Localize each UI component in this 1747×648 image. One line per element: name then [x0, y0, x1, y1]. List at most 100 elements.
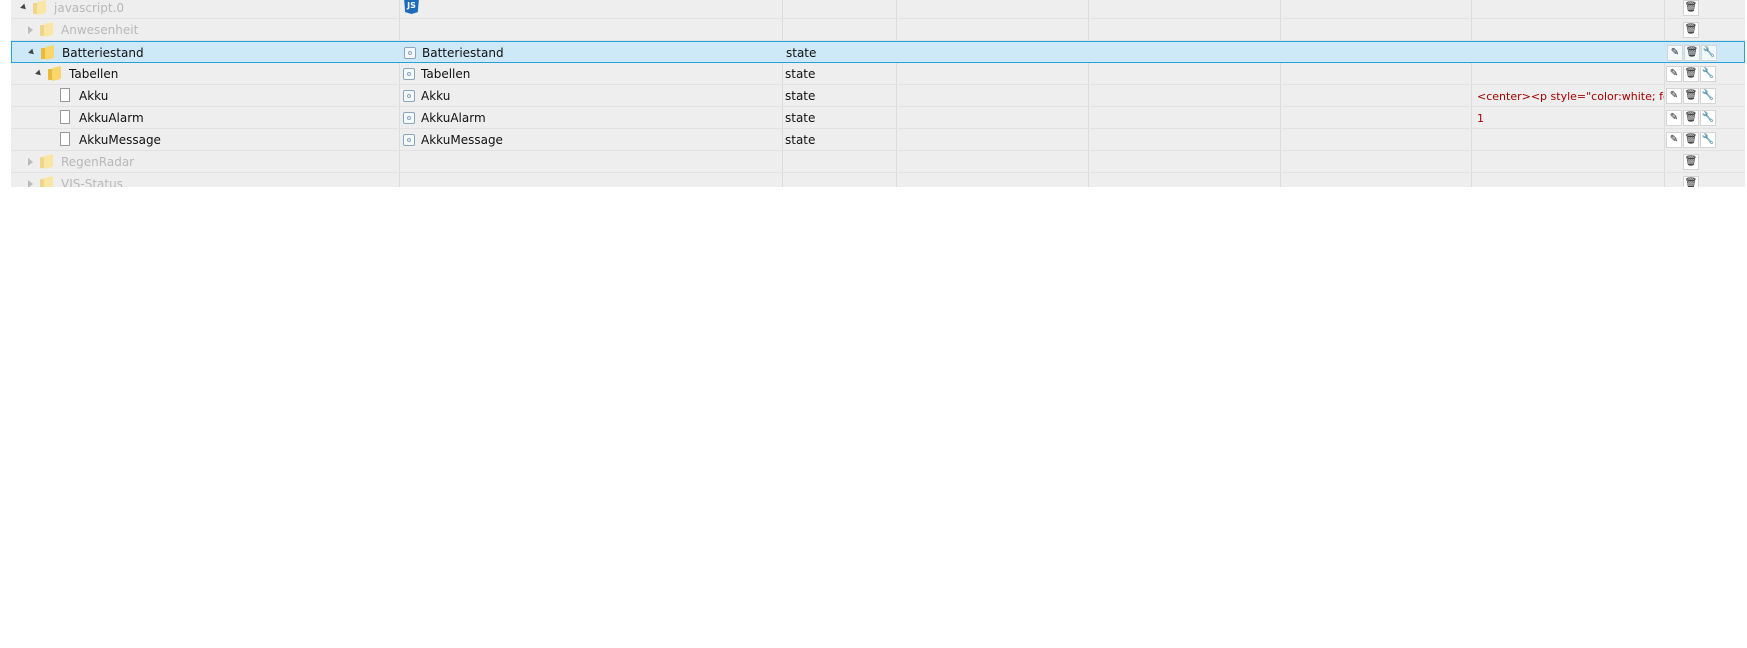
- object-id: VIS-Status: [61, 177, 123, 187]
- edit-button[interactable]: ✎: [1666, 110, 1682, 126]
- tree-row-akkualarm[interactable]: AkkuAlarm AkkuAlarm state 1 ✎ 🗑 🔧: [11, 107, 1745, 129]
- object-value: 1: [1477, 112, 1484, 125]
- delete-button[interactable]: 🗑: [1683, 176, 1699, 187]
- id-cell: javascript.0: [11, 0, 399, 19]
- object-id: Batteriestand: [62, 46, 144, 60]
- name-cell: AkkuAlarm: [399, 107, 782, 129]
- settings-button[interactable]: 🔧: [1700, 110, 1716, 126]
- expand-toggle-icon[interactable]: [28, 158, 33, 166]
- trash-icon: 🗑: [1684, 112, 1698, 123]
- tree-row-akku[interactable]: Akku Akku state <center><p style="color:…: [11, 85, 1745, 107]
- wrench-icon: 🔧: [1701, 134, 1715, 145]
- name-cell: Tabellen: [399, 63, 782, 85]
- name-cell: AkkuMessage: [399, 129, 782, 151]
- expand-toggle-icon[interactable]: [20, 3, 28, 12]
- type-cell: state: [782, 129, 896, 151]
- id-cell: RegenRadar: [11, 151, 399, 173]
- actions-cell: ✎ 🗑 🔧: [1664, 129, 1745, 151]
- type-cell: state: [783, 42, 897, 64]
- actions-cell: ✎ 🗑 🔧: [1664, 63, 1745, 85]
- id-cell: AkkuMessage: [11, 129, 399, 151]
- actions-cell: 🗑: [1664, 19, 1745, 41]
- settings-button[interactable]: 🔧: [1701, 45, 1717, 61]
- delete-button[interactable]: 🗑: [1683, 132, 1699, 148]
- delete-button[interactable]: 🗑: [1684, 45, 1700, 61]
- pencil-icon: ✎: [1669, 68, 1679, 79]
- delete-button[interactable]: 🗑: [1683, 22, 1699, 38]
- edit-button[interactable]: ✎: [1666, 132, 1682, 148]
- delete-button[interactable]: 🗑: [1683, 88, 1699, 104]
- wrench-icon: 🔧: [1702, 47, 1716, 58]
- object-id: Tabellen: [69, 67, 119, 81]
- trash-icon: 🗑: [1684, 24, 1698, 35]
- wrench-icon: 🔧: [1701, 68, 1715, 79]
- state-icon: [404, 47, 416, 59]
- id-cell: Batteriestand: [12, 42, 400, 64]
- object-name: AkkuAlarm: [421, 111, 486, 125]
- wrench-icon: 🔧: [1701, 90, 1715, 101]
- state-icon: [403, 68, 415, 80]
- file-icon: [60, 132, 70, 146]
- state-icon: [403, 90, 415, 102]
- js-icon: JS: [404, 0, 419, 14]
- actions-cell: 🗑: [1664, 173, 1745, 187]
- settings-button[interactable]: 🔧: [1700, 88, 1716, 104]
- actions-cell: ✎ 🗑 🔧: [1664, 107, 1745, 129]
- trash-icon: 🗑: [1684, 134, 1698, 145]
- folder-icon: [40, 176, 53, 187]
- folder-icon: [41, 45, 54, 60]
- id-cell: Anwesenheit: [11, 19, 399, 41]
- object-name: Tabellen: [421, 67, 471, 81]
- tree-row-regenradar[interactable]: RegenRadar 🗑: [11, 151, 1745, 173]
- expand-toggle-icon[interactable]: [28, 48, 36, 57]
- actions-cell: 🗑: [1664, 151, 1745, 173]
- tree-row-tabellen[interactable]: Tabellen Tabellen state ✎ 🗑 🔧: [11, 63, 1745, 85]
- object-id: AkkuAlarm: [79, 111, 144, 125]
- trash-icon: 🗑: [1684, 178, 1698, 187]
- pencil-icon: ✎: [1669, 134, 1679, 145]
- folder-icon: [48, 66, 61, 81]
- settings-button[interactable]: 🔧: [1700, 66, 1716, 82]
- tree-row-anwesenheit[interactable]: Anwesenheit 🗑: [11, 19, 1745, 41]
- delete-button[interactable]: 🗑: [1683, 0, 1699, 16]
- type-cell: state: [782, 107, 896, 129]
- delete-button[interactable]: 🗑: [1683, 154, 1699, 170]
- folder-icon: [40, 154, 53, 169]
- settings-button[interactable]: 🔧: [1700, 132, 1716, 148]
- object-id: javascript.0: [54, 1, 125, 15]
- object-id: Akku: [79, 89, 109, 103]
- state-icon: [403, 112, 415, 124]
- edit-button[interactable]: ✎: [1666, 66, 1682, 82]
- id-cell: VIS-Status: [11, 173, 399, 187]
- tree-row-batteriestand[interactable]: Batteriestand Batteriestand state ✎ 🗑 🔧: [11, 41, 1745, 63]
- object-name: Batteriestand: [422, 46, 504, 60]
- tree-row-vis-status[interactable]: VIS-Status 🗑: [11, 173, 1745, 187]
- object-name: AkkuMessage: [421, 133, 503, 147]
- object-tree: javascript.0 JS 🗑 Anwesenheit 🗑 Batterie…: [11, 0, 1745, 187]
- expand-toggle-icon[interactable]: [28, 26, 33, 34]
- value-cell[interactable]: 1: [1471, 107, 1664, 129]
- wrench-icon: 🔧: [1701, 112, 1715, 123]
- expand-toggle-icon[interactable]: [35, 69, 43, 78]
- object-type: state: [785, 133, 816, 147]
- id-cell: Akku: [11, 85, 399, 107]
- object-type: state: [785, 111, 816, 125]
- value-cell[interactable]: <center><p style="color:white; fon: [1471, 85, 1664, 107]
- delete-button[interactable]: 🗑: [1683, 66, 1699, 82]
- tree-row-akkumessage[interactable]: AkkuMessage AkkuMessage state ✎ 🗑 🔧: [11, 129, 1745, 151]
- object-type: state: [785, 67, 816, 81]
- tree-row-javascript[interactable]: javascript.0 JS 🗑: [11, 0, 1745, 19]
- id-cell: Tabellen: [11, 63, 399, 85]
- actions-cell: ✎ 🗑 🔧: [1665, 42, 1745, 64]
- file-icon: [60, 88, 70, 102]
- edit-button[interactable]: ✎: [1667, 45, 1683, 61]
- delete-button[interactable]: 🗑: [1683, 110, 1699, 126]
- name-cell: JS: [399, 0, 782, 19]
- expand-toggle-icon[interactable]: [28, 180, 33, 187]
- object-id: RegenRadar: [61, 155, 135, 169]
- edit-button[interactable]: ✎: [1666, 88, 1682, 104]
- id-cell: AkkuAlarm: [11, 107, 399, 129]
- name-cell: Akku: [399, 85, 782, 107]
- actions-cell: 🗑: [1664, 0, 1745, 19]
- trash-icon: 🗑: [1684, 68, 1698, 79]
